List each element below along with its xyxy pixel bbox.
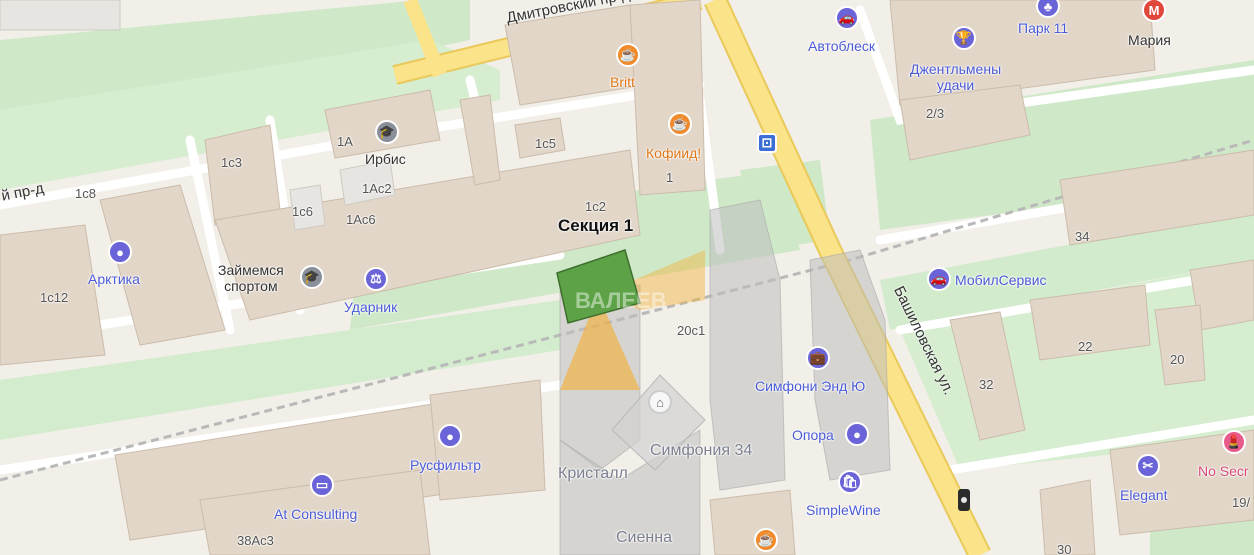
car-service-icon[interactable]: 🚗 bbox=[927, 267, 951, 291]
complex-kristall[interactable]: Кристалл bbox=[558, 466, 628, 482]
cafe-icon[interactable]: ☕ bbox=[754, 528, 778, 552]
activity-icon[interactable]: ● bbox=[108, 240, 132, 264]
address-label: 1с5 bbox=[535, 136, 556, 151]
car-wash-icon[interactable]: 🚗 bbox=[835, 6, 859, 30]
poi-atconsulting[interactable]: At Consulting bbox=[274, 506, 357, 522]
poi-zaimemsya[interactable]: Займемся спортом bbox=[218, 262, 284, 294]
address-label: 1А bbox=[337, 134, 353, 149]
poi-irbis[interactable]: Ирбис bbox=[365, 151, 406, 167]
address-label: 20с1 bbox=[677, 323, 706, 338]
address-label: 1с2 bbox=[585, 199, 606, 214]
poi-opora[interactable]: Опора bbox=[792, 427, 834, 443]
trophy-icon[interactable]: 🏆 bbox=[952, 26, 976, 50]
poi-park11[interactable]: Парк 11 bbox=[1018, 20, 1068, 36]
address-label: 34 bbox=[1075, 229, 1090, 244]
poi-rusfiltr[interactable]: Русфильтр bbox=[410, 457, 481, 473]
education-icon[interactable]: 🎓 bbox=[375, 120, 399, 144]
address-label: 38Ас3 bbox=[237, 533, 274, 548]
briefcase-icon[interactable]: 💼 bbox=[806, 346, 830, 370]
complex-sienna[interactable]: Сиенна bbox=[616, 530, 672, 546]
poi-simfoni[interactable]: Симфони Энд Ю bbox=[755, 378, 865, 394]
poi-mobilservis[interactable]: МобилСервис bbox=[955, 272, 1047, 288]
shopping-bag-icon[interactable]: 🛍 bbox=[838, 470, 862, 494]
activity-icon[interactable]: ● bbox=[438, 424, 462, 448]
address-label: 20 bbox=[1170, 352, 1185, 367]
poi-elegant[interactable]: Elegant bbox=[1120, 487, 1167, 503]
gym-icon[interactable]: ⚖ bbox=[364, 267, 388, 291]
address-label: 1с12 bbox=[40, 290, 69, 305]
poi-gentlemen[interactable]: Джентльмены удачи bbox=[910, 61, 1001, 93]
scissors-icon[interactable]: ✂ bbox=[1136, 454, 1160, 478]
address-label: 1Ас2 bbox=[362, 181, 392, 196]
poi-udarnik[interactable]: Ударник bbox=[344, 299, 397, 315]
address-label: 2/3 bbox=[926, 106, 945, 121]
bus-stop-icon[interactable]: ⊡ bbox=[757, 133, 777, 153]
laptop-icon[interactable]: ▭ bbox=[310, 473, 334, 497]
cafe-icon[interactable]: ☕ bbox=[616, 43, 640, 67]
map[interactable]: ВАЛЕЕВ Дмитровский пр-д й пр-д Башиловск… bbox=[0, 0, 1254, 555]
complex-simfoniya34[interactable]: Симфония 34 bbox=[650, 443, 752, 459]
address-label: 1с6 bbox=[292, 204, 313, 219]
education-icon[interactable]: 🎓 bbox=[300, 265, 324, 289]
poi-arktika[interactable]: Арктика bbox=[88, 271, 140, 287]
watermark-text: ВАЛЕЕВ bbox=[575, 288, 667, 313]
address-label: 1с3 bbox=[221, 155, 242, 170]
address-label: 1Ас6 bbox=[346, 212, 376, 227]
poi-avtoblesk[interactable]: Автоблеск bbox=[808, 38, 875, 54]
address-label: 19/ bbox=[1232, 495, 1251, 510]
poi-kofiid[interactable]: Кофиид! bbox=[646, 145, 701, 161]
address-label: 30 bbox=[1057, 542, 1072, 555]
target-section-label[interactable]: Секция 1 bbox=[558, 217, 633, 234]
activity-icon[interactable]: ● bbox=[845, 422, 869, 446]
poi-nosecret[interactable]: No Secr bbox=[1198, 463, 1249, 479]
poi-mariya[interactable]: Мария bbox=[1128, 32, 1171, 48]
building-complex-icon[interactable]: ⌂ bbox=[648, 390, 672, 414]
cosmetics-icon[interactable]: 💄 bbox=[1222, 430, 1246, 454]
address-label: 1с8 bbox=[75, 186, 96, 201]
poi-britt[interactable]: Britt bbox=[610, 74, 635, 90]
poi-simplewine[interactable]: SimpleWine bbox=[806, 502, 881, 518]
address-label: 32 bbox=[979, 377, 994, 392]
cafe-icon[interactable]: ☕ bbox=[668, 112, 692, 136]
address-label: 22 bbox=[1078, 339, 1093, 354]
traffic-light-icon bbox=[958, 489, 970, 511]
address-label: 1 bbox=[666, 170, 674, 185]
